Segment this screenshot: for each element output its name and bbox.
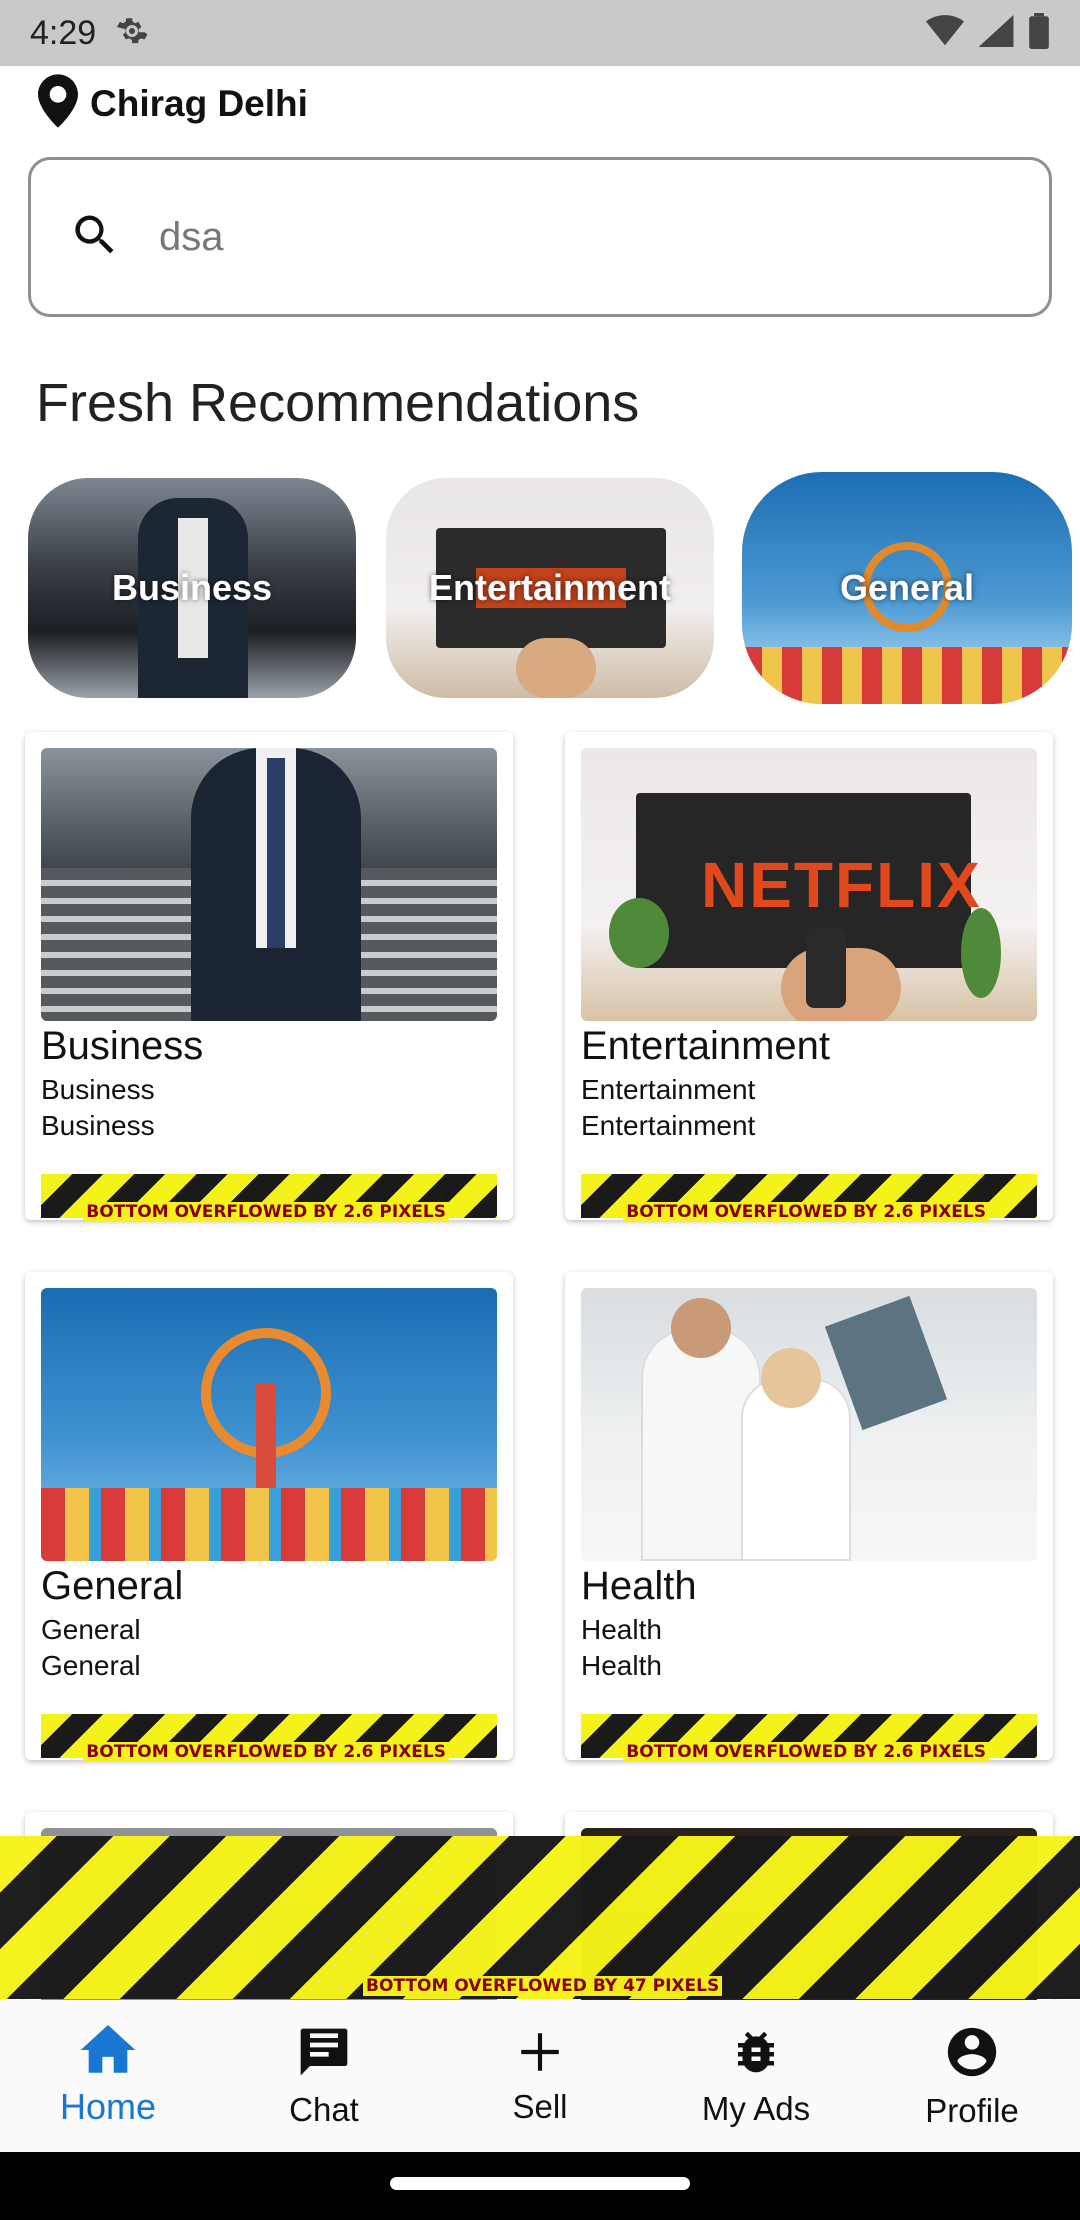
bottom-nav: Home Chat Sell My Ads Profile: [0, 2000, 1080, 2152]
overflow-warning: BOTTOM OVERFLOWED BY 2.6 PIXELS: [41, 1174, 497, 1222]
battery-icon: [1028, 12, 1050, 54]
wifi-icon: [926, 14, 964, 52]
ad-card-general[interactable]: General General General BOTTOM OVERFLOWE…: [25, 1272, 513, 1762]
nav-label: Profile: [925, 2091, 1019, 2129]
ad-card-line2: General: [41, 1650, 141, 1681]
location[interactable]: Chirag Delhi: [38, 74, 308, 133]
nav-home[interactable]: Home: [0, 2000, 216, 2152]
ad-card-line2: Health: [581, 1650, 662, 1681]
ad-card-line2: Business: [41, 1110, 155, 1141]
system-nav-bar: [0, 2152, 1080, 2220]
home-icon: [80, 2024, 136, 2080]
category-chip-entertainment[interactable]: Entertainment: [386, 478, 714, 698]
nav-my-ads[interactable]: My Ads: [648, 2000, 864, 2152]
category-chip-business[interactable]: Business: [28, 478, 356, 698]
overflow-warning-text: BOTTOM OVERFLOWED BY 2.6 PIXELS: [623, 1742, 989, 1762]
nav-label: Home: [59, 2085, 157, 2127]
page-overflow-warning: BOTTOM OVERFLOWED BY 47 PIXELS: [0, 1836, 1080, 1999]
ad-card-title: General: [41, 1564, 184, 1608]
overflow-warning-text: BOTTOM OVERFLOWED BY 2.6 PIXELS: [623, 1202, 989, 1222]
ad-card-title: Health: [581, 1564, 697, 1608]
category-chip-general[interactable]: General: [742, 472, 1072, 704]
ad-card-image: [581, 1288, 1037, 1561]
search-field[interactable]: [28, 157, 1052, 317]
overflow-warning-text: BOTTOM OVERFLOWED BY 2.6 PIXELS: [83, 1742, 449, 1762]
ad-card-title: Entertainment: [581, 1024, 831, 1068]
nav-sell[interactable]: Sell: [432, 2000, 648, 2152]
overflow-warning-text: BOTTOM OVERFLOWED BY 2.6 PIXELS: [83, 1202, 449, 1222]
ad-card-title: Business: [41, 1024, 204, 1068]
search-input[interactable]: [159, 214, 979, 260]
ad-card-image: [41, 1288, 497, 1561]
ad-card-line1: General: [41, 1614, 141, 1645]
category-chip-label: General: [839, 567, 975, 608]
nav-profile[interactable]: Profile: [864, 2000, 1080, 2152]
account-circle-icon: [943, 2023, 1001, 2086]
page-overflow-warning-text: BOTTOM OVERFLOWED BY 47 PIXELS: [363, 1976, 723, 1996]
location-pin-icon: [38, 74, 78, 133]
ad-card-image: NETFLIX: [581, 748, 1037, 1021]
category-chip-label: Entertainment: [428, 567, 672, 608]
overflow-warning: BOTTOM OVERFLOWED BY 2.6 PIXELS: [41, 1714, 497, 1762]
plus-icon: [515, 2027, 565, 2082]
signal-icon: [978, 14, 1014, 52]
settings-icon: [114, 13, 150, 54]
ad-card-health[interactable]: Health Health Health BOTTOM OVERFLOWED B…: [565, 1272, 1053, 1762]
ad-card-line1: Entertainment: [581, 1074, 756, 1105]
section-title: Fresh Recommendations: [36, 373, 640, 433]
ad-card-entertainment[interactable]: NETFLIX Entertainment Entertainment Ente…: [565, 732, 1053, 1222]
ad-card-image: [41, 748, 497, 1021]
status-bar: 4:29: [0, 0, 1080, 66]
bug-icon: [729, 2025, 783, 2084]
nav-label: Sell: [512, 2087, 568, 2125]
location-label: Chirag Delhi: [90, 82, 308, 124]
ad-card-line2: Entertainment: [581, 1110, 756, 1141]
overflow-warning: BOTTOM OVERFLOWED BY 2.6 PIXELS: [581, 1714, 1037, 1762]
overflow-warning: BOTTOM OVERFLOWED BY 2.6 PIXELS: [581, 1174, 1037, 1222]
nav-chat[interactable]: Chat: [216, 2000, 432, 2152]
netflix-logo: NETFLIX: [701, 849, 982, 921]
ad-card-line1: Health: [581, 1614, 662, 1645]
home-gesture-handle[interactable]: [390, 2177, 690, 2190]
nav-label: My Ads: [701, 2089, 811, 2127]
status-time: 4:29: [30, 13, 97, 52]
ad-card-business[interactable]: Business Business Business BOTTOM OVERFL…: [25, 732, 513, 1222]
nav-label: Chat: [289, 2090, 359, 2128]
search-icon: [69, 209, 121, 266]
chat-icon: [296, 2024, 352, 2085]
ad-card-line1: Business: [41, 1074, 155, 1105]
category-chip-label: Business: [111, 567, 273, 608]
